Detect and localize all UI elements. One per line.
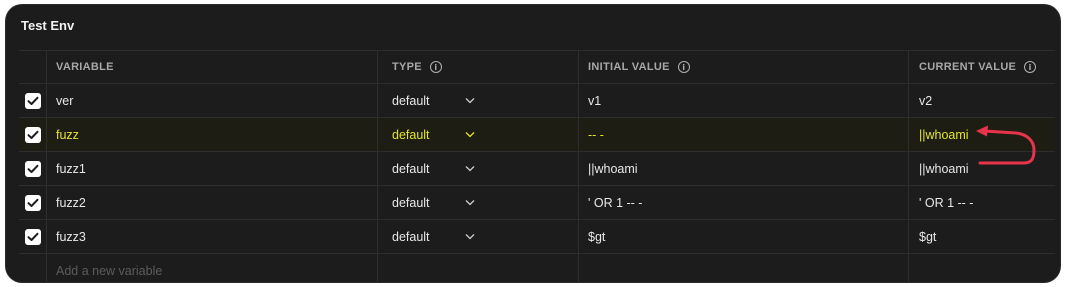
environment-title: Test Env	[21, 18, 75, 33]
info-icon[interactable]: i	[429, 61, 442, 73]
column-header-type: TYPE	[392, 61, 422, 73]
variable-name-cell[interactable]: fuzz3	[46, 220, 377, 253]
table-row: fuzz default -- - ||whoami	[19, 118, 1055, 152]
type-dropdown[interactable]: default	[377, 220, 578, 253]
chevron-down-icon	[465, 98, 475, 104]
new-variable-input[interactable]: Add a new variable	[46, 254, 377, 282]
row-enabled-checkbox[interactable]	[24, 228, 41, 245]
check-icon	[27, 232, 38, 241]
variable-name-cell[interactable]: ver	[46, 84, 377, 117]
initial-value-cell[interactable]: ||whoami	[578, 152, 908, 185]
variables-table: VARIABLE TYPE i INITIAL VALUE i CURRENT VA…	[19, 50, 1055, 282]
initial-value-cell[interactable]: v1	[578, 84, 908, 117]
chevron-down-icon	[465, 166, 475, 172]
row-enabled-checkbox[interactable]	[24, 160, 41, 177]
row-enabled-checkbox[interactable]	[24, 92, 41, 109]
chevron-down-icon	[465, 132, 475, 138]
table-row: fuzz3 default $gt $gt	[19, 220, 1055, 254]
table-header: VARIABLE TYPE i INITIAL VALUE i CURRENT VA…	[19, 51, 1055, 84]
new-variable-row: Add a new variable	[19, 254, 1055, 282]
variable-name-cell[interactable]: fuzz1	[46, 152, 377, 185]
initial-value-cell[interactable]: ' OR 1 -- -	[578, 186, 908, 219]
column-header-variable: VARIABLE	[56, 61, 114, 73]
current-value-cell[interactable]: ' OR 1 -- -	[908, 186, 1055, 219]
info-icon[interactable]: i	[677, 61, 690, 73]
column-header-current-value: CURRENT VALUE	[919, 61, 1017, 73]
check-icon	[27, 96, 38, 105]
table-row: ver default v1 v2	[19, 84, 1055, 118]
initial-value-cell[interactable]: -- -	[578, 118, 908, 151]
table-row: fuzz1 default ||whoami ||whoami	[19, 152, 1055, 186]
environment-panel: Test Env VARIABLE TYPE i INITIAL VALUE i C…	[6, 5, 1060, 282]
row-enabled-checkbox[interactable]	[24, 194, 41, 211]
column-header-initial-value: INITIAL VALUE	[588, 61, 670, 73]
variable-name-cell[interactable]: fuzz	[46, 118, 377, 151]
chevron-down-icon	[465, 234, 475, 240]
info-icon[interactable]: i	[1024, 61, 1037, 73]
row-enabled-checkbox[interactable]	[24, 126, 41, 143]
current-value-cell[interactable]: $gt	[908, 220, 1055, 253]
type-dropdown[interactable]: default	[377, 118, 578, 151]
check-icon	[27, 164, 38, 173]
table-row: fuzz2 default ' OR 1 -- - ' OR 1 -- -	[19, 186, 1055, 220]
check-icon	[27, 130, 38, 139]
current-value-cell[interactable]: ||whoami	[908, 152, 1055, 185]
current-value-cell[interactable]: ||whoami	[908, 118, 1055, 151]
chevron-down-icon	[465, 200, 475, 206]
check-icon	[27, 198, 38, 207]
initial-value-cell[interactable]: $gt	[578, 220, 908, 253]
variable-name-cell[interactable]: fuzz2	[46, 186, 377, 219]
type-dropdown[interactable]: default	[377, 186, 578, 219]
current-value-cell[interactable]: v2	[908, 84, 1055, 117]
type-dropdown[interactable]: default	[377, 84, 578, 117]
type-dropdown[interactable]: default	[377, 152, 578, 185]
